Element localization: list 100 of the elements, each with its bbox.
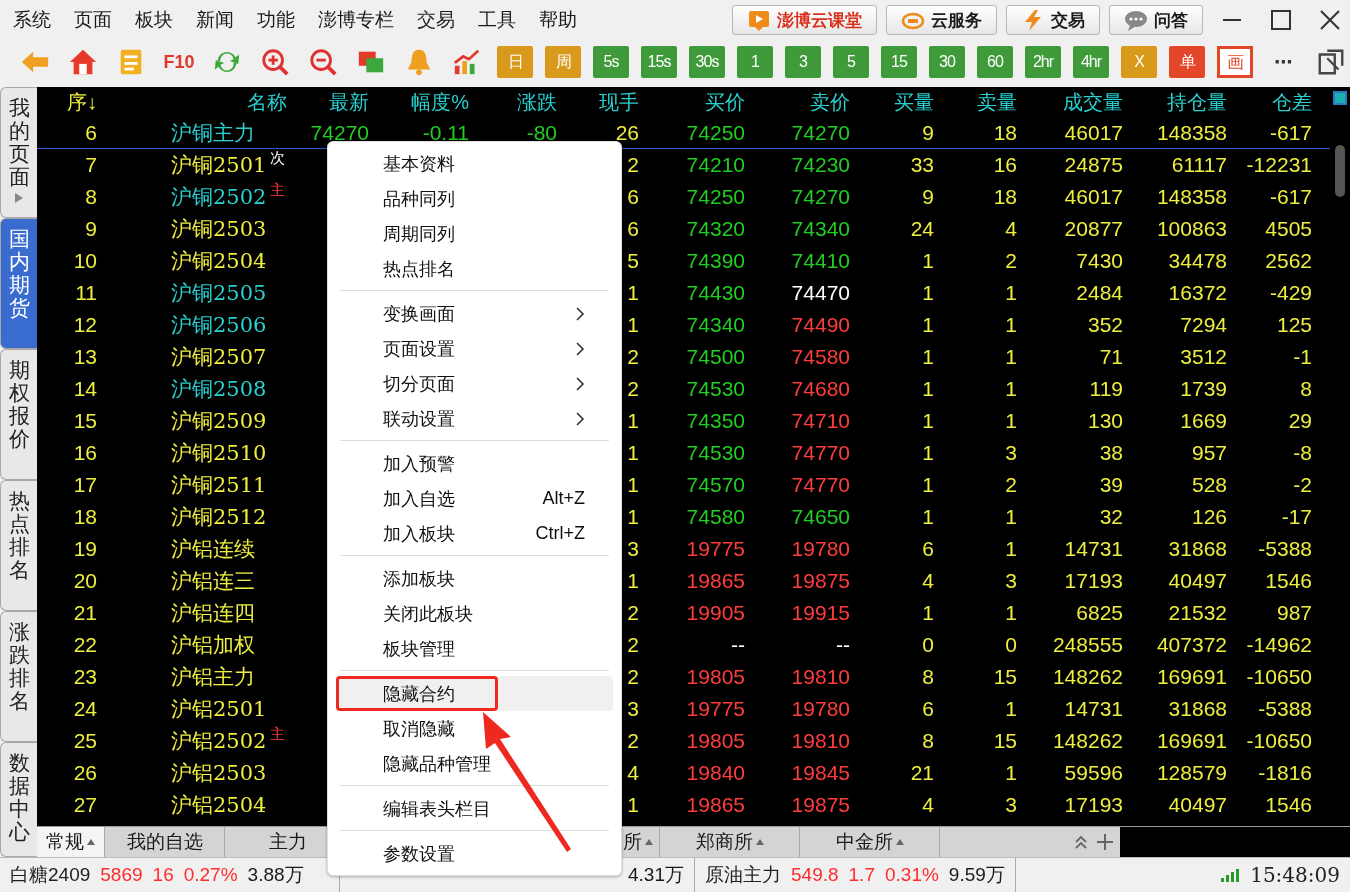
contract-name[interactable]: 沪铜2502 (171, 181, 267, 213)
context-menu-item[interactable]: 关闭此板块 (336, 596, 613, 631)
contract-name[interactable]: 沪铜2501 (171, 149, 267, 181)
menu-item[interactable]: 板块 (126, 7, 182, 33)
dropdown-icon[interactable] (755, 839, 764, 845)
contract-name[interactable]: 沪铝2501 (171, 693, 267, 725)
column-header[interactable]: 卖价 (748, 88, 853, 116)
column-header[interactable]: 现手 (560, 88, 642, 116)
header-button[interactable]: 澎博云课堂 (732, 5, 877, 35)
side-tab[interactable]: 国内期货 (0, 218, 37, 349)
contract-name[interactable]: 沪铝连续 (171, 533, 255, 565)
side-tab[interactable]: 期权报价 (0, 349, 37, 480)
context-menu-item[interactable]: 隐藏品种管理 (336, 746, 613, 781)
contract-name[interactable]: 沪铝主力 (171, 661, 255, 693)
contract-name[interactable]: 沪铜2504 (171, 245, 267, 277)
side-tab[interactable]: 我的页面 (0, 87, 37, 218)
period-button[interactable]: 15 (881, 46, 917, 78)
menu-item[interactable]: 帮助 (530, 7, 586, 33)
toolbar-button[interactable]: ⋯ (1265, 46, 1301, 78)
contract-name[interactable]: 沪铝2503 (171, 757, 267, 789)
menu-item[interactable]: 页面 (65, 7, 121, 33)
quote-price: 549.8 (791, 864, 839, 886)
side-tab[interactable]: 涨跌排名 (0, 611, 37, 742)
side-tab[interactable]: 热点排名 (0, 480, 37, 611)
context-menu-item[interactable]: 加入预警 (336, 446, 613, 481)
period-button[interactable]: 2hr (1025, 46, 1061, 78)
context-menu-item[interactable]: 取消隐藏 (336, 711, 613, 746)
period-button[interactable]: 30s (689, 46, 725, 78)
context-menu-item[interactable]: 基本资料 (336, 146, 613, 181)
context-menu-item[interactable]: 隐藏合约 (336, 676, 613, 711)
contract-name[interactable]: 沪铜2512 (171, 501, 267, 533)
contract-name[interactable]: 沪铜2510 (171, 437, 267, 469)
header-button[interactable]: 云服务 (886, 5, 997, 35)
expand-arrow-icon[interactable] (14, 192, 24, 205)
contract-name[interactable]: 沪铜2508 (171, 373, 267, 405)
period-button[interactable]: 5s (593, 46, 629, 78)
dropdown-icon[interactable] (895, 839, 904, 845)
period-button[interactable]: 30 (929, 46, 965, 78)
horizontal-scrollbar[interactable] (1120, 827, 1350, 857)
contract-name[interactable]: 沪铜2503 (171, 213, 267, 245)
contract-name[interactable]: 沪铜2505 (171, 277, 267, 309)
contract-name[interactable]: 沪铜2507 (171, 341, 267, 373)
context-menu-item[interactable]: 编辑表头栏目 (336, 791, 613, 826)
contract-name[interactable]: 沪铜2506 (171, 309, 267, 341)
contract-name[interactable]: 沪铜主力 (171, 117, 255, 149)
context-menu-item[interactable]: 切分页面 (336, 366, 613, 401)
column-header[interactable]: 序↓ (37, 88, 100, 116)
context-menu-item[interactable]: 添加板块 (336, 561, 613, 596)
contract-name[interactable]: 沪铝连四 (171, 597, 255, 629)
period-button[interactable]: 60 (977, 46, 1013, 78)
column-header[interactable]: 最新 (290, 88, 372, 116)
column-header[interactable]: 名称 (100, 88, 290, 116)
table-cell-text: 130 (1087, 409, 1124, 433)
context-menu-item[interactable]: 周期同列 (336, 216, 613, 251)
maximize-icon[interactable] (1270, 9, 1292, 31)
contract-name[interactable]: 沪铝加权 (171, 629, 255, 661)
sheet-tab[interactable]: 常规 (37, 827, 105, 857)
menu-item[interactable]: 澎博专栏 (309, 7, 403, 33)
add-icon[interactable] (1096, 833, 1114, 851)
menu-item[interactable]: 工具 (469, 7, 525, 33)
column-header[interactable]: 买量 (853, 88, 937, 116)
toolbar-button[interactable]: F10 (161, 46, 197, 78)
toolbar-button[interactable]: 画 (1217, 46, 1253, 78)
column-header[interactable]: 买价 (642, 88, 748, 116)
period-button[interactable]: 1 (737, 46, 773, 78)
context-menu-item[interactable]: 页面设置 (336, 331, 613, 366)
period-button[interactable]: 4hr (1073, 46, 1109, 78)
close-icon[interactable] (1319, 9, 1341, 31)
context-menu-item[interactable]: 板块管理 (336, 631, 613, 666)
header-button[interactable]: 问答 (1109, 5, 1203, 35)
column-header[interactable]: 卖量 (937, 88, 1020, 116)
contract-name[interactable]: 沪铝连三 (171, 565, 255, 597)
table-cell-text: 8 (922, 665, 935, 689)
context-menu-item[interactable]: 加入自选 Alt+Z (336, 481, 613, 516)
dropdown-icon[interactable] (87, 839, 95, 845)
column-header[interactable]: 涨跌 (472, 88, 560, 116)
period-button[interactable]: 3 (785, 46, 821, 78)
contract-name[interactable]: 沪铜2509 (171, 405, 267, 437)
context-menu-item[interactable]: 联动设置 (336, 401, 613, 436)
side-tab[interactable]: 数据中心 (0, 742, 37, 857)
menu-item[interactable]: 系统 (4, 7, 60, 33)
contract-name[interactable]: 沪铜2511 (171, 469, 267, 501)
menu-item[interactable]: 功能 (248, 7, 304, 33)
dropdown-icon[interactable] (645, 839, 653, 845)
column-header[interactable]: 持仓量 (1126, 88, 1230, 116)
header-button[interactable]: 交易 (1006, 5, 1100, 35)
contract-name[interactable]: 沪铝2502 (171, 725, 267, 757)
contract-name[interactable]: 沪铝2504 (171, 789, 267, 821)
context-menu-item[interactable]: 变换画面 (336, 296, 613, 331)
context-menu-item[interactable]: 热点排名 (336, 251, 613, 286)
context-menu-item[interactable]: 加入板块 Ctrl+Z (336, 516, 613, 551)
period-button[interactable]: 15s (641, 46, 677, 78)
column-header[interactable]: 成交量 (1020, 88, 1126, 116)
column-header[interactable]: 幅度% (372, 88, 472, 116)
column-header[interactable]: 仓差 (1230, 88, 1315, 116)
period-button[interactable]: 5 (833, 46, 869, 78)
menu-item[interactable]: 新闻 (187, 7, 243, 33)
menu-item[interactable]: 交易 (408, 7, 464, 33)
period-button[interactable]: 单 (1169, 46, 1205, 78)
context-menu-item[interactable]: 品种同列 (336, 181, 613, 216)
